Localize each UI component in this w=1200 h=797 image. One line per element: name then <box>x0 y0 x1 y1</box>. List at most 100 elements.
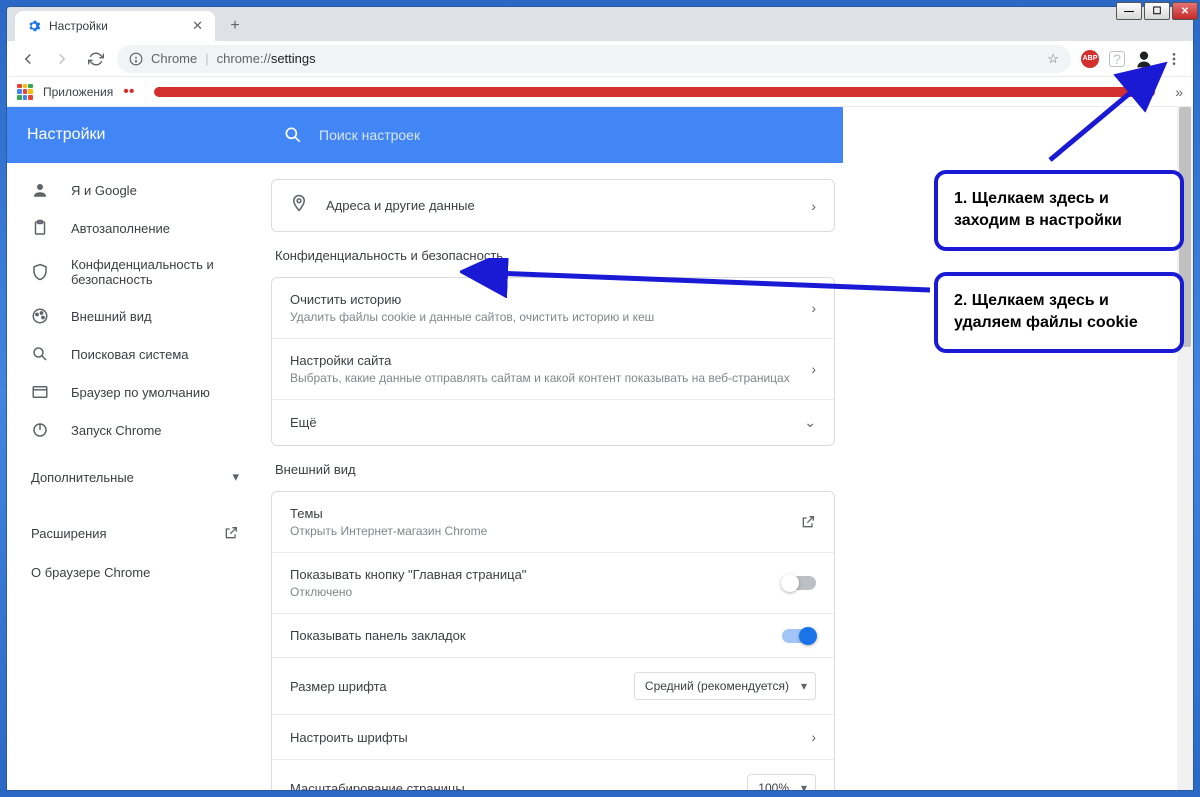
chevron-down-icon: ▾ <box>232 469 239 485</box>
row-subtitle: Отключено <box>290 585 764 599</box>
font-size-row: Размер шрифта Средний (рекомендуется) <box>272 658 834 715</box>
nav-label: Запуск Chrome <box>71 423 162 438</box>
nav-search-engine[interactable]: Поисковая система <box>7 335 263 373</box>
link-label: О браузере Chrome <box>31 565 150 580</box>
appearance-section-header: Внешний вид <box>275 462 831 477</box>
site-info-icon <box>129 52 143 66</box>
about-chrome-link[interactable]: О браузере Chrome <box>7 553 263 592</box>
home-button-row: Показывать кнопку "Главная страница" Откл… <box>272 553 834 614</box>
url-separator: | <box>205 51 208 66</box>
privacy-section-header: Конфиденциальность и безопасность <box>275 248 831 263</box>
abp-extension-icon[interactable]: ABP <box>1079 48 1101 70</box>
settings-brand: Настройки <box>7 107 263 163</box>
star-icon[interactable]: ☆ <box>1047 51 1059 67</box>
row-label: Размер шрифта <box>290 679 616 694</box>
site-settings-row[interactable]: Настройки сайтаВыбрать, какие данные отп… <box>272 339 834 400</box>
tab-strip: Настройки ✕ + <box>7 7 1193 41</box>
bookmarks-bar: Приложения •• » <box>7 77 1193 107</box>
shield-icon <box>31 263 49 281</box>
row-title: Темы <box>290 506 782 521</box>
forward-button[interactable] <box>49 46 75 72</box>
row-title: Показывать кнопку "Главная страница" <box>290 567 764 582</box>
chevron-right-icon: › <box>811 729 816 745</box>
settings-sidebar: Настройки Я и Google Автозаполнение Конф… <box>7 107 263 790</box>
themes-row[interactable]: Темы Открыть Интернет-магазин Chrome <box>272 492 834 553</box>
window-minimize-button[interactable]: — <box>1116 2 1142 20</box>
tab-title: Настройки <box>49 19 108 33</box>
search-icon <box>31 345 49 363</box>
nav-on-startup[interactable]: Запуск Chrome <box>7 411 263 449</box>
new-tab-button[interactable]: + <box>221 12 249 40</box>
link-label: Расширения <box>31 526 107 541</box>
nav-privacy[interactable]: Конфиденциальность и безопасность <box>7 247 263 297</box>
nav-me-and-google[interactable]: Я и Google <box>7 171 263 209</box>
external-link-icon <box>800 514 816 530</box>
nav-label: Браузер по умолчанию <box>71 385 210 400</box>
nav-label: Конфиденциальность и безопасность <box>71 257 239 287</box>
url-prefix: Chrome <box>151 51 197 66</box>
location-icon <box>290 194 308 217</box>
nav-default-browser[interactable]: Браузер по умолчанию <box>7 373 263 411</box>
extensions-link[interactable]: Расширения <box>7 513 263 553</box>
tab-close-button[interactable]: ✕ <box>192 18 203 34</box>
nav-autofill[interactable]: Автозаполнение <box>7 209 263 247</box>
nav-label: Внешний вид <box>71 309 152 324</box>
person-icon <box>31 181 49 199</box>
annotation-1: 1. Щелкаем здесь и заходим в настройки <box>934 170 1184 251</box>
settings-search-bar <box>263 107 843 163</box>
settings-search-input[interactable] <box>319 107 823 163</box>
row-label: Настроить шрифты <box>290 730 793 745</box>
row-subtitle: Удалить файлы cookie и данные сайтов, оч… <box>290 310 793 324</box>
reload-button[interactable] <box>83 46 109 72</box>
url-host: chrome:// <box>217 51 271 66</box>
search-icon <box>283 125 303 145</box>
row-label: Адреса и другие данные <box>326 198 793 213</box>
bookmarks-bar-row: Показывать панель закладок <box>272 614 834 658</box>
chevron-right-icon: › <box>811 198 816 214</box>
browser-icon <box>31 383 49 401</box>
nav-label: Поисковая система <box>71 347 189 362</box>
window-maximize-button[interactable]: ☐ <box>1144 2 1170 20</box>
browser-tab[interactable]: Настройки ✕ <box>15 11 215 41</box>
bookmarks-overflow-icon[interactable]: » <box>1175 84 1183 100</box>
annotation-2: 2. Щелкаем здесь и удаляем файлы cookie <box>934 272 1184 353</box>
customize-fonts-row[interactable]: Настроить шрифты › <box>272 715 834 760</box>
browser-window: Настройки ✕ + Chrome | chrome://settings… <box>6 6 1194 791</box>
apps-label[interactable]: Приложения <box>43 85 113 99</box>
nav-label: Я и Google <box>71 183 137 198</box>
font-size-select[interactable]: Средний (рекомендуется) <box>634 672 816 700</box>
more-privacy-row[interactable]: Ещё ⌄ <box>272 400 834 445</box>
chevron-down-icon: ⌄ <box>804 414 816 431</box>
gear-icon <box>27 19 41 33</box>
browser-toolbar: Chrome | chrome://settings ☆ ABP ? <box>7 41 1193 77</box>
row-label: Масштабирование страницы <box>290 781 729 791</box>
row-subtitle: Выбрать, какие данные отправлять сайтам … <box>290 371 793 385</box>
profile-icon[interactable] <box>1133 48 1155 70</box>
row-label: Ещё <box>290 415 786 430</box>
bookmarks-bar-toggle[interactable] <box>782 629 816 643</box>
addresses-row[interactable]: Адреса и другие данные › <box>272 180 834 231</box>
window-close-button[interactable]: ✕ <box>1172 2 1198 20</box>
power-icon <box>31 421 49 439</box>
advanced-toggle[interactable]: Дополнительные ▾ <box>7 457 263 497</box>
row-label: Показывать панель закладок <box>290 628 764 643</box>
clipboard-icon <box>31 219 49 237</box>
chevron-right-icon: › <box>811 361 816 377</box>
apps-icon[interactable] <box>17 84 33 100</box>
page-zoom-row: Масштабирование страницы 100% <box>272 760 834 790</box>
nav-appearance[interactable]: Внешний вид <box>7 297 263 335</box>
back-button[interactable] <box>15 46 41 72</box>
clear-browsing-data-row[interactable]: Очистить историю Удалить файлы cookie и д… <box>272 278 834 339</box>
row-subtitle: Открыть Интернет-магазин Chrome <box>290 524 782 538</box>
advanced-label: Дополнительные <box>31 470 134 485</box>
chevron-right-icon: › <box>811 300 816 316</box>
page-zoom-select[interactable]: 100% <box>747 774 816 790</box>
external-link-icon <box>223 525 239 541</box>
url-path: settings <box>271 51 316 66</box>
menu-button[interactable] <box>1163 48 1185 70</box>
omnibox[interactable]: Chrome | chrome://settings ☆ <box>117 45 1071 73</box>
row-title: Очистить историю <box>290 292 793 307</box>
home-button-toggle[interactable] <box>782 576 816 590</box>
redacted-bookmarks <box>154 87 1155 97</box>
help-icon[interactable]: ? <box>1109 51 1125 67</box>
